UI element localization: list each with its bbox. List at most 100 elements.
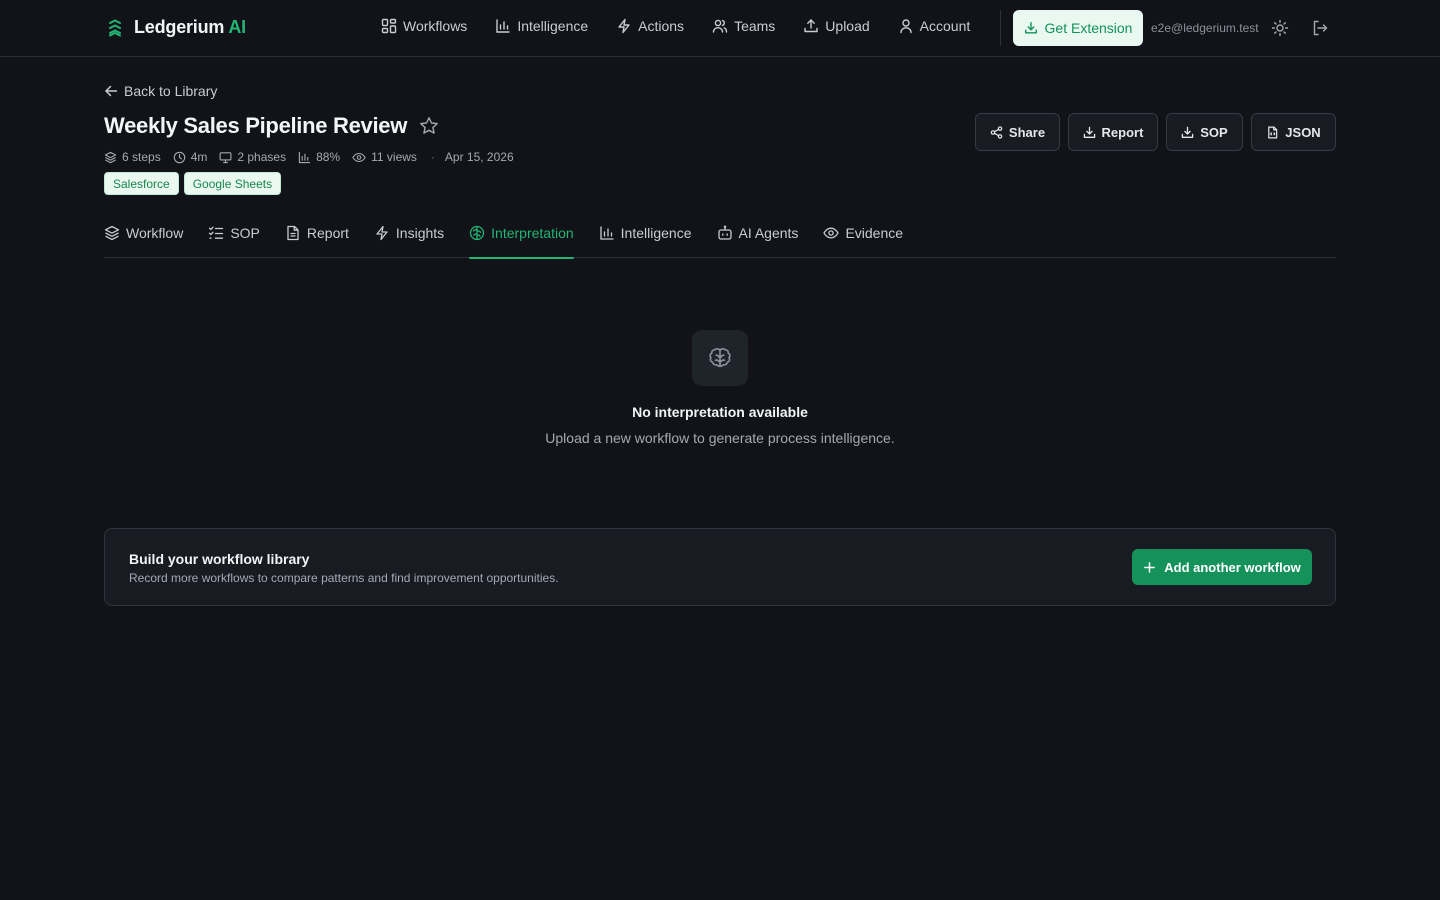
nav-item-upload[interactable]: Upload <box>803 18 870 34</box>
get-extension-button[interactable]: Get Extension <box>1013 10 1143 46</box>
star-icon[interactable] <box>419 116 439 136</box>
tab-ai-agents[interactable]: AI Agents <box>717 222 799 258</box>
tab-label: Workflow <box>126 225 184 241</box>
sop-button[interactable]: SOP <box>1166 113 1243 151</box>
lightning-icon <box>616 18 632 34</box>
upload-icon <box>803 18 819 34</box>
workflow-tabs: Workflow SOP Report Insights Interpretat… <box>104 222 1336 259</box>
brand-name: Ledgerium AI <box>134 17 246 37</box>
layers-icon <box>104 151 117 164</box>
meta-views: 11 views <box>352 150 417 164</box>
bar-chart-icon <box>599 225 615 241</box>
tab-label: SOP <box>230 225 260 241</box>
nav-item-account[interactable]: Account <box>898 18 971 34</box>
nav-item-actions[interactable]: Actions <box>616 18 684 34</box>
user-icon <box>898 18 914 34</box>
brain-icon <box>706 344 734 372</box>
add-another-workflow-button[interactable]: Add another workflow <box>1132 549 1312 585</box>
users-icon <box>712 18 728 34</box>
file-code-icon <box>1266 126 1279 139</box>
build-library-card: Build your workflow library Record more … <box>104 528 1336 606</box>
sop-label: SOP <box>1200 124 1228 140</box>
nav-divider <box>1000 10 1001 46</box>
bar-chart-icon <box>495 18 511 34</box>
empty-state-subtitle: Upload a new workflow to generate proces… <box>545 430 895 446</box>
nav-item-teams[interactable]: Teams <box>712 18 775 34</box>
top-navigation-bar: Ledgerium AI Workflows Intelligence Acti… <box>0 0 1440 57</box>
tag-google-sheets[interactable]: Google Sheets <box>183 172 282 195</box>
export-actions: Share Report SOP JSON <box>975 113 1336 151</box>
report-label: Report <box>1101 124 1144 140</box>
nav-item-intelligence[interactable]: Intelligence <box>495 18 588 34</box>
tab-evidence[interactable]: Evidence <box>823 222 903 258</box>
nav-label: Account <box>919 18 971 34</box>
meta-separator: · <box>430 150 435 164</box>
document-icon <box>285 225 301 241</box>
share-button[interactable]: Share <box>975 113 1060 151</box>
meta-steps-label: 6 steps <box>122 150 161 164</box>
tab-insights[interactable]: Insights <box>374 222 444 258</box>
tab-label: Intelligence <box>620 225 692 241</box>
meta-phases: 2 phases <box>219 150 286 164</box>
meta-steps: 6 steps <box>104 150 161 164</box>
eye-icon <box>352 151 366 164</box>
nav-label: Actions <box>638 18 685 34</box>
meta-duration-label: 4m <box>190 150 208 164</box>
brand-accent: AI <box>228 17 246 37</box>
meta-score-label: 88% <box>316 150 341 164</box>
tab-label: Report <box>306 225 349 241</box>
title-row: Weekly Sales Pipeline Review <box>104 113 439 139</box>
add-workflow-label: Add another workflow <box>1164 559 1301 575</box>
bot-icon <box>717 225 733 241</box>
empty-state-title: No interpretation available <box>632 404 808 420</box>
brand-logo[interactable]: Ledgerium AI <box>108 17 246 38</box>
tab-label: Evidence <box>845 225 904 241</box>
plus-icon <box>1143 561 1156 574</box>
clock-icon <box>173 151 186 164</box>
tab-report[interactable]: Report <box>285 222 349 258</box>
empty-state-badge <box>692 330 748 386</box>
bar-chart-icon <box>298 151 311 164</box>
user-email: e2e@ledgerium.test <box>1151 21 1259 35</box>
theme-toggle-sun-icon[interactable] <box>1270 18 1290 38</box>
report-button[interactable]: Report <box>1068 113 1158 151</box>
cta-title: Build your workflow library <box>129 551 310 567</box>
nav-label: Workflows <box>403 18 468 34</box>
tab-sop[interactable]: SOP <box>208 222 260 258</box>
back-to-library-link[interactable]: Back to Library <box>104 83 217 99</box>
meta-date: Apr 15, 2026 <box>444 150 514 164</box>
eye-icon <box>823 225 840 241</box>
logout-icon[interactable] <box>1310 18 1330 38</box>
json-button[interactable]: JSON <box>1251 113 1336 151</box>
monitor-icon <box>219 151 232 164</box>
meta-duration: 4m <box>173 150 208 164</box>
meta-score: 88% <box>298 150 340 164</box>
nav-label: Intelligence <box>517 18 589 34</box>
download-icon <box>1181 126 1194 139</box>
tag-salesforce[interactable]: Salesforce <box>104 172 179 195</box>
download-icon <box>1083 126 1096 139</box>
tab-interpretation[interactable]: Interpretation <box>469 222 574 259</box>
lightning-icon <box>374 225 390 241</box>
meta-phases-label: 2 phases <box>237 150 287 164</box>
workflow-meta: 6 steps 4m 2 phases 88% 11 views · Apr 1… <box>104 150 514 164</box>
nav-label: Upload <box>825 18 870 34</box>
tab-workflow[interactable]: Workflow <box>104 222 183 258</box>
get-extension-label: Get Extension <box>1044 20 1133 36</box>
download-icon <box>1024 21 1038 35</box>
grid-icon <box>381 18 397 34</box>
main-nav: Workflows Intelligence Actions Teams Upl… <box>381 18 970 34</box>
arrow-left-icon <box>104 84 118 98</box>
nav-label: Teams <box>734 18 776 34</box>
checklist-icon <box>208 225 224 241</box>
nav-item-workflows[interactable]: Workflows <box>381 18 467 34</box>
tab-intelligence[interactable]: Intelligence <box>599 222 692 258</box>
json-label: JSON <box>1285 124 1321 140</box>
meta-views-label: 11 views <box>371 150 417 164</box>
share-icon <box>990 125 1003 139</box>
tab-label: AI Agents <box>738 225 799 241</box>
tag-list: Salesforce Google Sheets <box>104 172 282 195</box>
ledgerium-logo-icon <box>108 18 122 37</box>
cta-subtitle: Record more workflows to compare pattern… <box>129 571 559 585</box>
brain-icon <box>469 225 485 241</box>
